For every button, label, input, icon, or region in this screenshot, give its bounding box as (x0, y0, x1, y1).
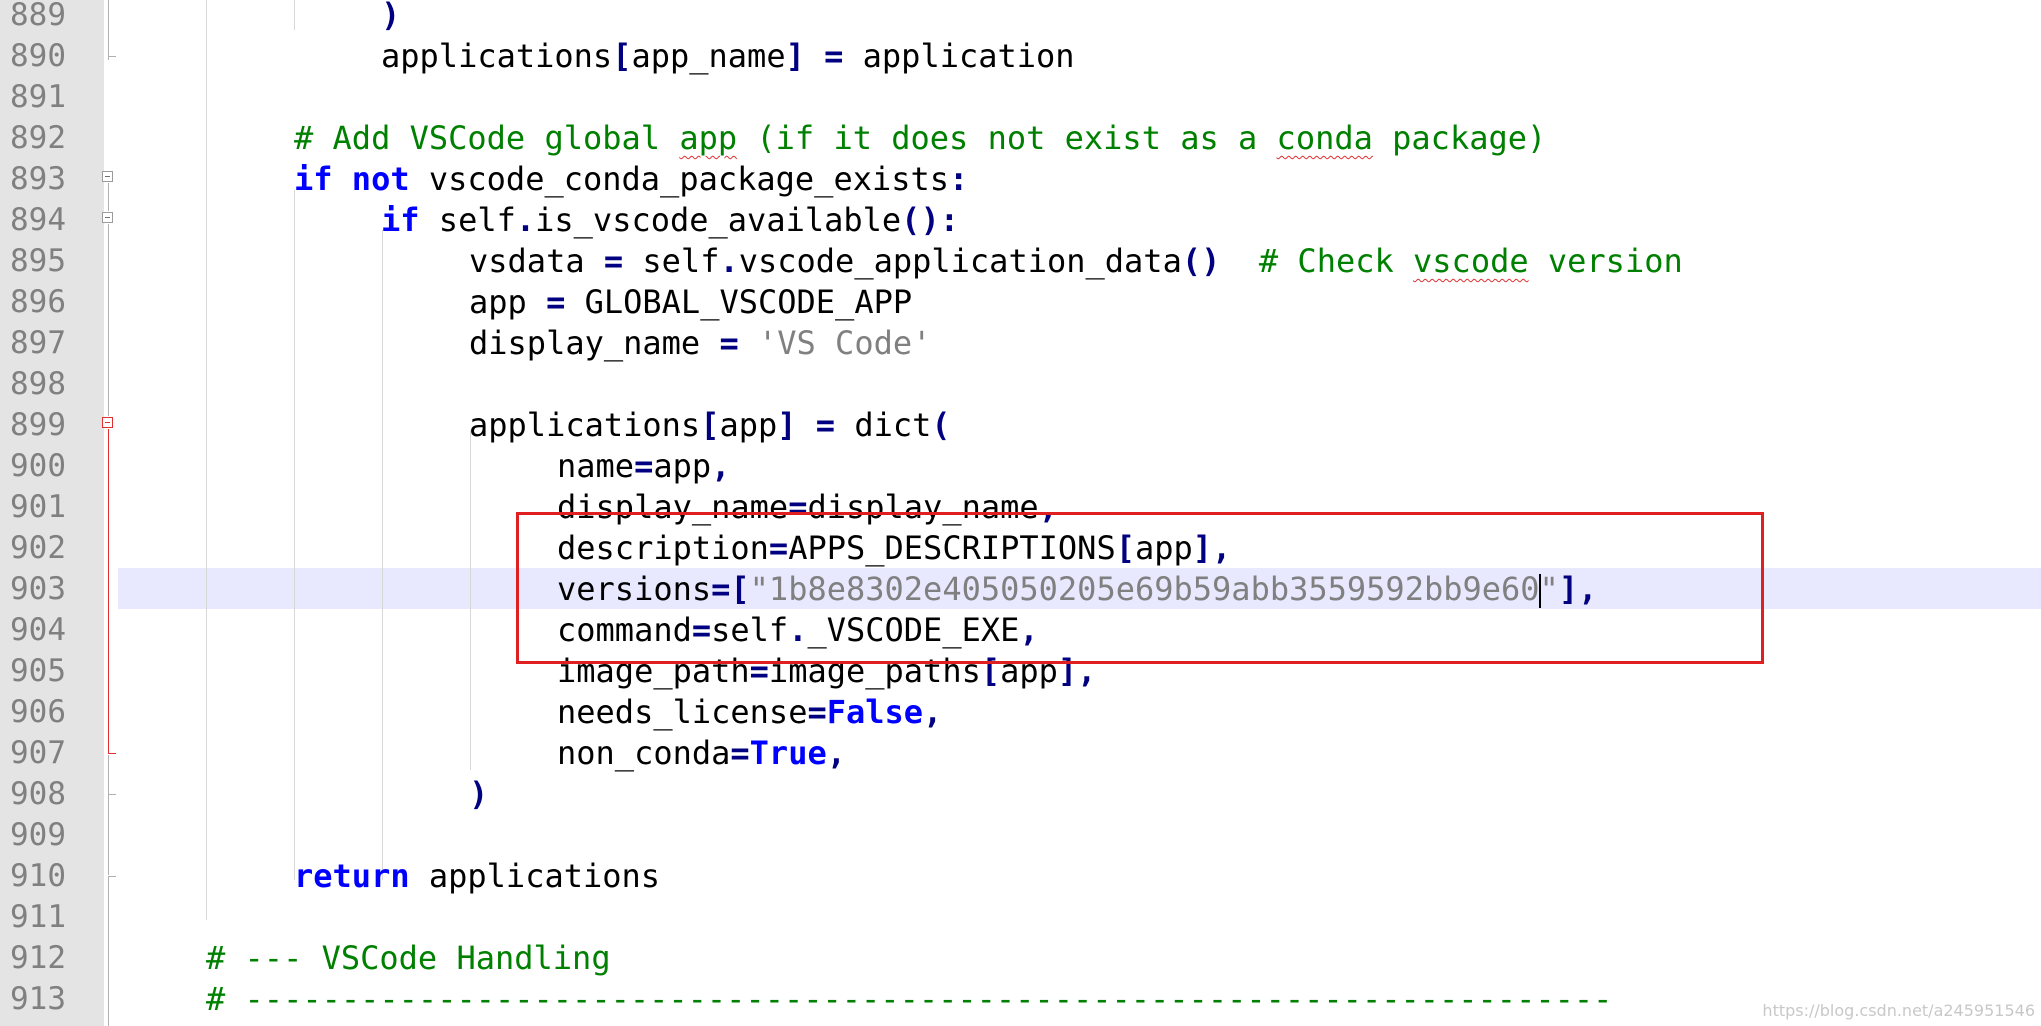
code-line-893[interactable]: if not vscode_conda_package_exists: (294, 159, 968, 200)
line-number[interactable]: 906 (10, 692, 80, 733)
code-line-897[interactable]: display_name = 'VS Code' (469, 323, 931, 364)
code-line-912[interactable]: # --- VSCode Handling (206, 938, 611, 979)
fold-line (108, 0, 109, 60)
code-line-896[interactable]: app = GLOBAL_VSCODE_APP (469, 282, 912, 323)
watermark: https://blog.csdn.net/a245951546 (1762, 1001, 2035, 1020)
fold-tick (108, 753, 116, 754)
line-number[interactable]: 903 (10, 569, 80, 610)
code-line-892[interactable]: # Add VSCode global app (if it does not … (294, 118, 1546, 159)
line-number[interactable]: 896 (10, 282, 80, 323)
code-line-910[interactable]: return applications (294, 856, 660, 897)
fold-margin[interactable] (104, 0, 118, 1026)
fold-collapse-icon[interactable] (102, 212, 113, 223)
code-line-899[interactable]: applications[app] = dict( (469, 405, 951, 446)
line-number[interactable]: 889 (10, 0, 80, 36)
line-number[interactable]: 900 (10, 446, 80, 487)
line-number[interactable]: 890 (10, 36, 80, 77)
fold-tick (108, 876, 116, 877)
highlight-annotation-box (516, 512, 1764, 664)
fold-line (108, 224, 109, 416)
line-number[interactable]: 908 (10, 774, 80, 815)
code-line-913[interactable]: # --------------------------------------… (206, 979, 1612, 1020)
line-number[interactable]: 897 (10, 323, 80, 364)
code-line-890[interactable]: applications[app_name] = application (381, 36, 1075, 77)
fold-collapse-icon[interactable] (102, 417, 113, 428)
code-line-906[interactable]: needs_license=False, (557, 692, 942, 733)
line-number[interactable]: 892 (10, 118, 80, 159)
line-number[interactable]: 898 (10, 364, 80, 405)
code-line-900[interactable]: name=app, (557, 446, 730, 487)
line-number[interactable]: 902 (10, 528, 80, 569)
line-number[interactable]: 907 (10, 733, 80, 774)
fold-line (108, 429, 109, 754)
indent-guide (382, 230, 383, 880)
code-line-895[interactable]: vsdata = self.vscode_application_data() … (469, 241, 1683, 282)
line-number[interactable]: 899 (10, 405, 80, 446)
fold-collapse-icon[interactable] (102, 171, 113, 182)
line-number[interactable]: 913 (10, 979, 80, 1020)
fold-line (108, 755, 109, 875)
line-number[interactable]: 912 (10, 938, 80, 979)
line-number[interactable]: 911 (10, 897, 80, 938)
code-line-907[interactable]: non_conda=True, (557, 733, 846, 774)
line-number[interactable]: 909 (10, 815, 80, 856)
code-line-908[interactable]: ) (469, 774, 488, 815)
indent-guide (206, 0, 207, 920)
code-line-889[interactable]: ) (381, 0, 400, 36)
line-number[interactable]: 891 (10, 77, 80, 118)
line-number[interactable]: 904 (10, 610, 80, 651)
fold-tick (108, 794, 116, 795)
line-number[interactable]: 905 (10, 651, 80, 692)
line-number[interactable]: 901 (10, 487, 80, 528)
indent-guide (470, 430, 471, 770)
indent-guide (294, 0, 295, 30)
line-number[interactable]: 893 (10, 159, 80, 200)
line-number[interactable]: 895 (10, 241, 80, 282)
line-number[interactable]: 910 (10, 856, 80, 897)
line-number[interactable]: 894 (10, 200, 80, 241)
fold-line (108, 183, 109, 211)
indent-guide (294, 190, 295, 880)
fold-tick (108, 56, 116, 57)
fold-line (108, 876, 109, 1026)
code-line-894[interactable]: if self.is_vscode_available(): (381, 200, 959, 241)
